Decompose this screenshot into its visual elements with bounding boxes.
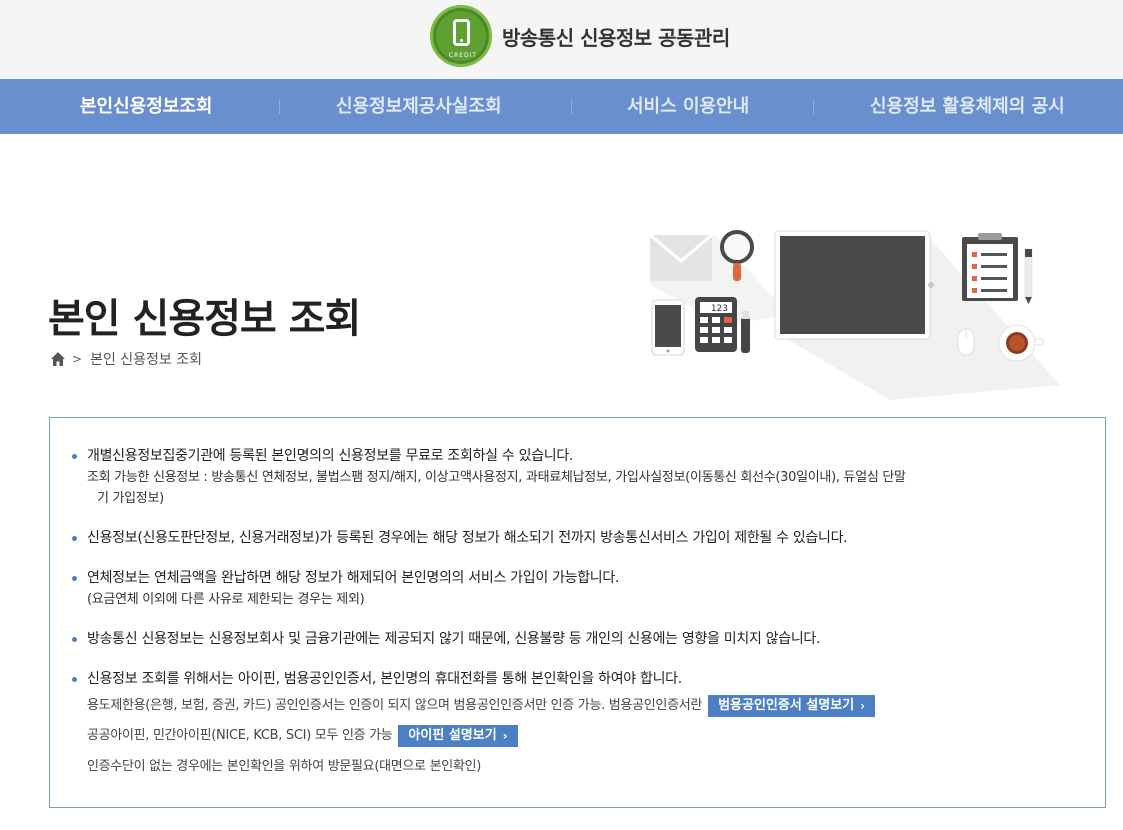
ipin-guide-button[interactable]: 아이핀 설명보기 › [398,725,518,747]
nav-item-credit-lookup[interactable]: 본인신용정보조회 [80,79,212,134]
nav-divider [813,99,814,114]
cert-line: 용도제한용(은행, 보험, 증권, 카드) 공인인증서는 인증이 되지 않으며 … [87,695,1082,717]
calculator-display: 123 [711,304,728,314]
info-main-text: 연체정보는 연체금액을 완납하면 해당 정보가 해제되어 본인명의의 서비스 가… [87,570,620,586]
site-logo[interactable]: CREDIT 방송통신 신용정보 공동관리 [430,5,730,67]
nav-item-service-guide[interactable]: 서비스 이용안내 [627,79,749,134]
cert-guide-button-label: 범용공인인증서 설명보기 [718,698,855,713]
clipboard-icon [962,233,1018,301]
logo-title: 방송통신 신용정보 공동관리 [502,25,730,50]
site-header: CREDIT 방송통신 신용정보 공동관리 [0,0,1123,79]
usb-drive-icon [741,311,750,353]
cert-guide-button[interactable]: 범용공인인증서 설명보기 › [708,695,876,717]
home-icon[interactable] [50,351,66,367]
chevron-right-icon: > [72,352,83,366]
mouse-icon [957,328,975,356]
chevron-right-icon: › [860,699,866,713]
ipin-guide-button-label: 아이핀 설명보기 [408,728,497,743]
info-list: 개별신용정보집중기관에 등록된 본인명의의 신용정보를 무료로 조회하실 수 있… [72,446,1082,777]
info-main-text: 개별신용정보집중기관에 등록된 본인명의의 신용정보를 무료로 조회하실 수 있… [87,448,574,464]
nav-divider [571,99,572,114]
nav-item-provision-lookup[interactable]: 신용정보제공사실조회 [336,79,502,134]
calculator-icon: 123 [695,297,737,352]
cert-text: 용도제한용(은행, 보험, 증권, 카드) 공인인증서는 인증이 되지 않으며 … [87,698,703,713]
list-item: 방송통신 신용정보는 신용정보회사 및 금융기관에는 제공되지 않기 때문에, … [72,629,1082,650]
page-title: 본인 신용정보 조회 [48,296,361,342]
nav-item-disclosure[interactable]: 신용정보 활용체제의 공시 [870,79,1065,134]
desk-illustration: 123 [649,230,1060,400]
visit-text: 인증수단이 없는 경우에는 본인확인을 위하여 방문필요(대면으로 본인확인) [87,759,481,774]
ipin-line: 공공아이핀, 민간아이핀(NICE, KCB, SCI) 모두 인증 가능 아이… [87,725,1082,747]
main-nav: 본인신용정보조회 신용정보제공사실조회 서비스 이용안내 신용정보 활용체제의 … [0,79,1123,134]
info-main-text: 신용정보(신용도판단정보, 신용거래정보)가 등록된 경우에는 해당 정보가 해… [87,530,848,546]
breadcrumb-current: 본인 신용정보 조회 [90,352,203,368]
ipin-text: 공공아이핀, 민간아이핀(NICE, KCB, SCI) 모두 인증 가능 [87,728,393,743]
phone-logo-icon: CREDIT [430,5,492,67]
nav-divider [279,99,280,114]
info-sub-text: (요금연체 이외에 다른 사유로 제한되는 경우는 제외) [87,592,365,607]
info-main-text: 방송통신 신용정보는 신용정보회사 및 금융기관에는 제공되지 않기 때문에, … [87,631,821,647]
chevron-right-icon: › [502,729,508,743]
info-main-text: 신용정보 조회를 위해서는 아이핀, 범용공인인증서, 본인명의 휴대전화를 통… [87,671,682,687]
list-item: 개별신용정보집중기관에 등록된 본인명의의 신용정보를 무료로 조회하실 수 있… [72,446,1082,509]
info-box: 개별신용정보집중기관에 등록된 본인명의의 신용정보를 무료로 조회하실 수 있… [49,417,1106,808]
envelope-icon [649,233,713,281]
list-item: 연체정보는 연체금액을 완납하면 해당 정보가 해제되어 본인명의의 서비스 가… [72,568,1082,610]
breadcrumb: > 본인 신용정보 조회 [50,349,202,369]
smartphone-icon [651,299,685,356]
coffee-cup-icon [998,324,1044,362]
info-sub-text: 기 가입정보) [97,491,164,506]
info-sub-text: 조회 가능한 신용정보 : 방송통신 연체정보, 불법스팸 정지/해지, 이상고… [87,470,906,485]
list-item: 신용정보(신용도판단정보, 신용거래정보)가 등록된 경우에는 해당 정보가 해… [72,528,1082,549]
visit-line: 인증수단이 없는 경우에는 본인확인을 위하여 방문필요(대면으로 본인확인) [87,757,1082,777]
logo-emblem-text: CREDIT [448,52,478,59]
tablet-icon [774,230,934,340]
pen-icon [1024,248,1033,304]
list-item: 신용정보 조회를 위해서는 아이핀, 범용공인인증서, 본인명의 휴대전화를 통… [72,669,1082,777]
